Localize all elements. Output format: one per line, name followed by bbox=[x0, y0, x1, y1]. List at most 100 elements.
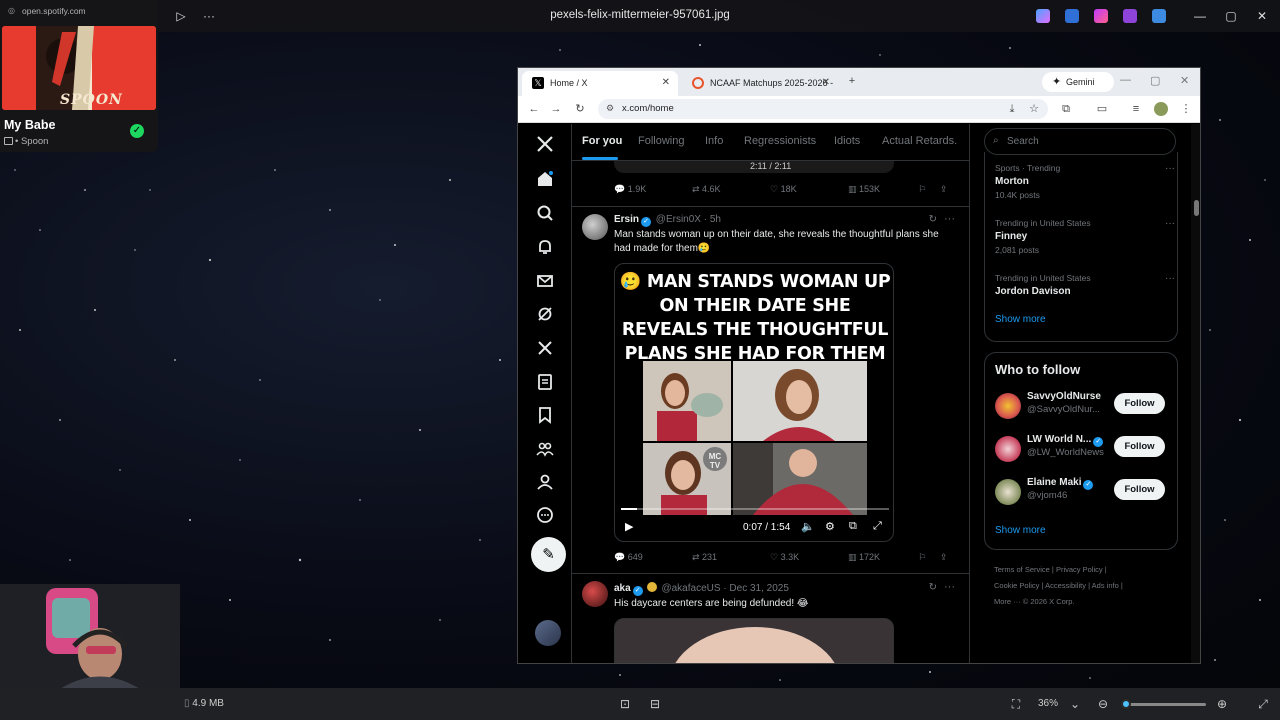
trend-item[interactable]: Sports · Trending Morton 10.4K posts ··· bbox=[995, 163, 1175, 200]
onedrive-icon[interactable] bbox=[1152, 9, 1166, 23]
views-button[interactable]: ▥ 153K bbox=[848, 184, 880, 195]
site-settings-icon[interactable]: ⚙ bbox=[606, 103, 614, 114]
reply-button[interactable]: 💬 1.9K bbox=[614, 184, 646, 195]
author-name[interactable]: Ersin bbox=[614, 214, 639, 225]
follow-button[interactable]: Follow bbox=[1114, 393, 1165, 414]
tab-for-you[interactable]: For you bbox=[582, 135, 622, 147]
zoom-slider-thumb[interactable] bbox=[1121, 699, 1131, 709]
grok-icon[interactable] bbox=[535, 304, 555, 324]
spotify-mini-player[interactable]: ◎ open.spotify.com SPOON My Babe • Spoon… bbox=[0, 0, 158, 152]
saved-check-icon[interactable]: ✓ bbox=[130, 124, 144, 138]
fullscreen-icon[interactable]: ⤢ bbox=[873, 520, 882, 533]
reload-icon[interactable]: ↻ bbox=[572, 101, 588, 117]
notifications-icon[interactable] bbox=[535, 237, 555, 257]
tweet-avatar[interactable] bbox=[582, 214, 608, 240]
settings-gear-icon[interactable]: ⚙ bbox=[825, 520, 835, 533]
follow-button[interactable]: Follow bbox=[1114, 479, 1165, 500]
author-name[interactable]: aka bbox=[614, 583, 631, 594]
browser-menu-icon[interactable]: ⋮ bbox=[1178, 101, 1194, 117]
bookmark-icon[interactable]: ⚐ bbox=[918, 184, 926, 195]
play-icon[interactable]: ▶ bbox=[625, 520, 633, 533]
views-button[interactable]: ▥ 172K bbox=[848, 552, 880, 563]
expand-icon[interactable]: ⤢ bbox=[1255, 696, 1271, 712]
browser-close-icon[interactable]: ✕ bbox=[1180, 74, 1189, 87]
tab-actual-retards[interactable]: Actual Retards. bbox=[882, 135, 957, 147]
zoom-out-icon[interactable]: ⊖ bbox=[1095, 696, 1111, 712]
new-tab-icon[interactable]: + bbox=[844, 73, 860, 89]
edit-app-icon[interactable] bbox=[1065, 9, 1079, 23]
close-icon[interactable]: ✕ bbox=[1251, 6, 1273, 26]
install-app-icon[interactable]: ⤓ bbox=[1004, 101, 1020, 117]
lists-icon[interactable] bbox=[535, 372, 555, 392]
bookmark-star-icon[interactable]: ☆ bbox=[1026, 101, 1042, 117]
extensions-icon[interactable]: ⧉ bbox=[1058, 101, 1074, 117]
footer-line-2[interactable]: Cookie Policy | Accessibility | Ads info… bbox=[994, 578, 1174, 594]
grok-explain-icon[interactable]: ↻ bbox=[929, 214, 937, 225]
text-scan-icon[interactable]: ⊟ bbox=[647, 696, 663, 712]
copilot-icon[interactable] bbox=[1036, 9, 1050, 23]
footer-line-1[interactable]: Terms of Service | Privacy Policy | bbox=[994, 562, 1174, 578]
tab-search-icon[interactable]: ≡ bbox=[1128, 101, 1144, 117]
follow-suggestion[interactable]: Elaine Maki ✓ @vjom46 Follow bbox=[995, 477, 1175, 507]
follow-suggestion[interactable]: LW World N... ✓ @LW_WorldNews Follow bbox=[995, 434, 1175, 464]
footer-line-3[interactable]: More ··· © 2026 X Corp. bbox=[994, 594, 1174, 610]
repost-button[interactable]: ⇄ 4.6K bbox=[692, 184, 721, 195]
back-icon[interactable]: ← bbox=[526, 101, 542, 117]
trend-more-icon[interactable]: ··· bbox=[1165, 218, 1175, 229]
forward-icon[interactable]: → bbox=[548, 101, 564, 117]
follow-show-more[interactable]: Show more bbox=[995, 525, 1046, 536]
address-bar[interactable]: ⚙ x.com/home bbox=[598, 99, 1048, 119]
author-handle[interactable]: @akafaceUS bbox=[661, 583, 720, 594]
zoom-in-icon[interactable]: ⊕ bbox=[1214, 696, 1230, 712]
repost-button[interactable]: ⇄ 231 bbox=[692, 552, 717, 563]
tab-idiots[interactable]: Idiots bbox=[834, 135, 860, 147]
zoom-slider-track[interactable] bbox=[1124, 703, 1206, 706]
communities-icon[interactable] bbox=[535, 439, 555, 459]
visual-search-icon[interactable]: ⊡ bbox=[617, 696, 633, 712]
scrollbar-thumb[interactable] bbox=[1194, 200, 1199, 216]
trend-more-icon[interactable]: ··· bbox=[1165, 273, 1175, 284]
sidebar-icon[interactable]: ▭ bbox=[1094, 101, 1110, 117]
creative-app-icon[interactable] bbox=[1094, 9, 1108, 23]
tab-ncaaf[interactable]: NCAAF Matchups 2025-2026 - ✕ bbox=[682, 71, 838, 96]
messages-icon[interactable] bbox=[535, 271, 555, 291]
minimize-icon[interactable]: — bbox=[1189, 6, 1211, 26]
zoom-dropdown-icon[interactable]: ⌄ bbox=[1067, 696, 1083, 712]
bookmark-icon[interactable]: ⚐ bbox=[918, 552, 926, 563]
tweet-avatar[interactable] bbox=[582, 581, 608, 607]
tab-regressionists[interactable]: Regressionists bbox=[744, 135, 816, 147]
account-avatar[interactable] bbox=[535, 620, 561, 646]
trend-item[interactable]: Trending in United States Jordon Davison… bbox=[995, 273, 1175, 297]
follow-suggestion[interactable]: SavvyOldNurse @SavvyOldNur... Follow bbox=[995, 391, 1175, 421]
home-icon[interactable] bbox=[535, 169, 555, 189]
trends-show-more[interactable]: Show more bbox=[995, 314, 1046, 325]
zoom-level[interactable]: 36% bbox=[1038, 698, 1058, 709]
profile-avatar[interactable] bbox=[1154, 102, 1168, 116]
share-icon[interactable]: ⇪ bbox=[940, 552, 948, 563]
profile-icon[interactable] bbox=[535, 472, 555, 492]
x-logo-icon[interactable] bbox=[535, 134, 555, 154]
reply-button[interactable]: 💬 649 bbox=[614, 552, 643, 563]
grok-explain-icon[interactable]: ↻ bbox=[929, 582, 937, 593]
fit-window-icon[interactable]: ⛶ bbox=[1008, 696, 1024, 712]
clipchamp-icon[interactable] bbox=[1123, 9, 1137, 23]
tweet-time[interactable]: · 5h bbox=[704, 214, 721, 225]
trend-more-icon[interactable]: ··· bbox=[1165, 163, 1175, 174]
browser-maximize-icon[interactable]: ▢ bbox=[1150, 74, 1160, 87]
bookmarks-icon[interactable] bbox=[535, 405, 555, 425]
search-input[interactable]: ⌕ Search bbox=[984, 128, 1176, 155]
maximize-icon[interactable]: ▢ bbox=[1220, 6, 1242, 26]
tweet-video[interactable]: 🥲 MAN STANDS WOMAN UP ON THEIR DATE SHE … bbox=[614, 263, 894, 542]
like-button[interactable]: ♡ 18K bbox=[770, 184, 797, 195]
tweet-more-icon[interactable]: ··· bbox=[944, 581, 955, 593]
video-progress-track[interactable] bbox=[621, 508, 889, 510]
like-button[interactable]: ♡ 3.3K bbox=[770, 552, 799, 563]
tab-close-icon[interactable]: ✕ bbox=[822, 77, 830, 88]
tab-following[interactable]: Following bbox=[638, 135, 684, 147]
more-circle-icon[interactable] bbox=[535, 505, 555, 525]
compose-post-button[interactable]: ✎ bbox=[531, 537, 566, 572]
tab-close-icon[interactable]: ✕ bbox=[662, 77, 670, 88]
explore-icon[interactable] bbox=[535, 203, 555, 223]
tweet-media[interactable] bbox=[614, 618, 894, 663]
volume-icon[interactable]: 🔈 bbox=[801, 520, 815, 533]
